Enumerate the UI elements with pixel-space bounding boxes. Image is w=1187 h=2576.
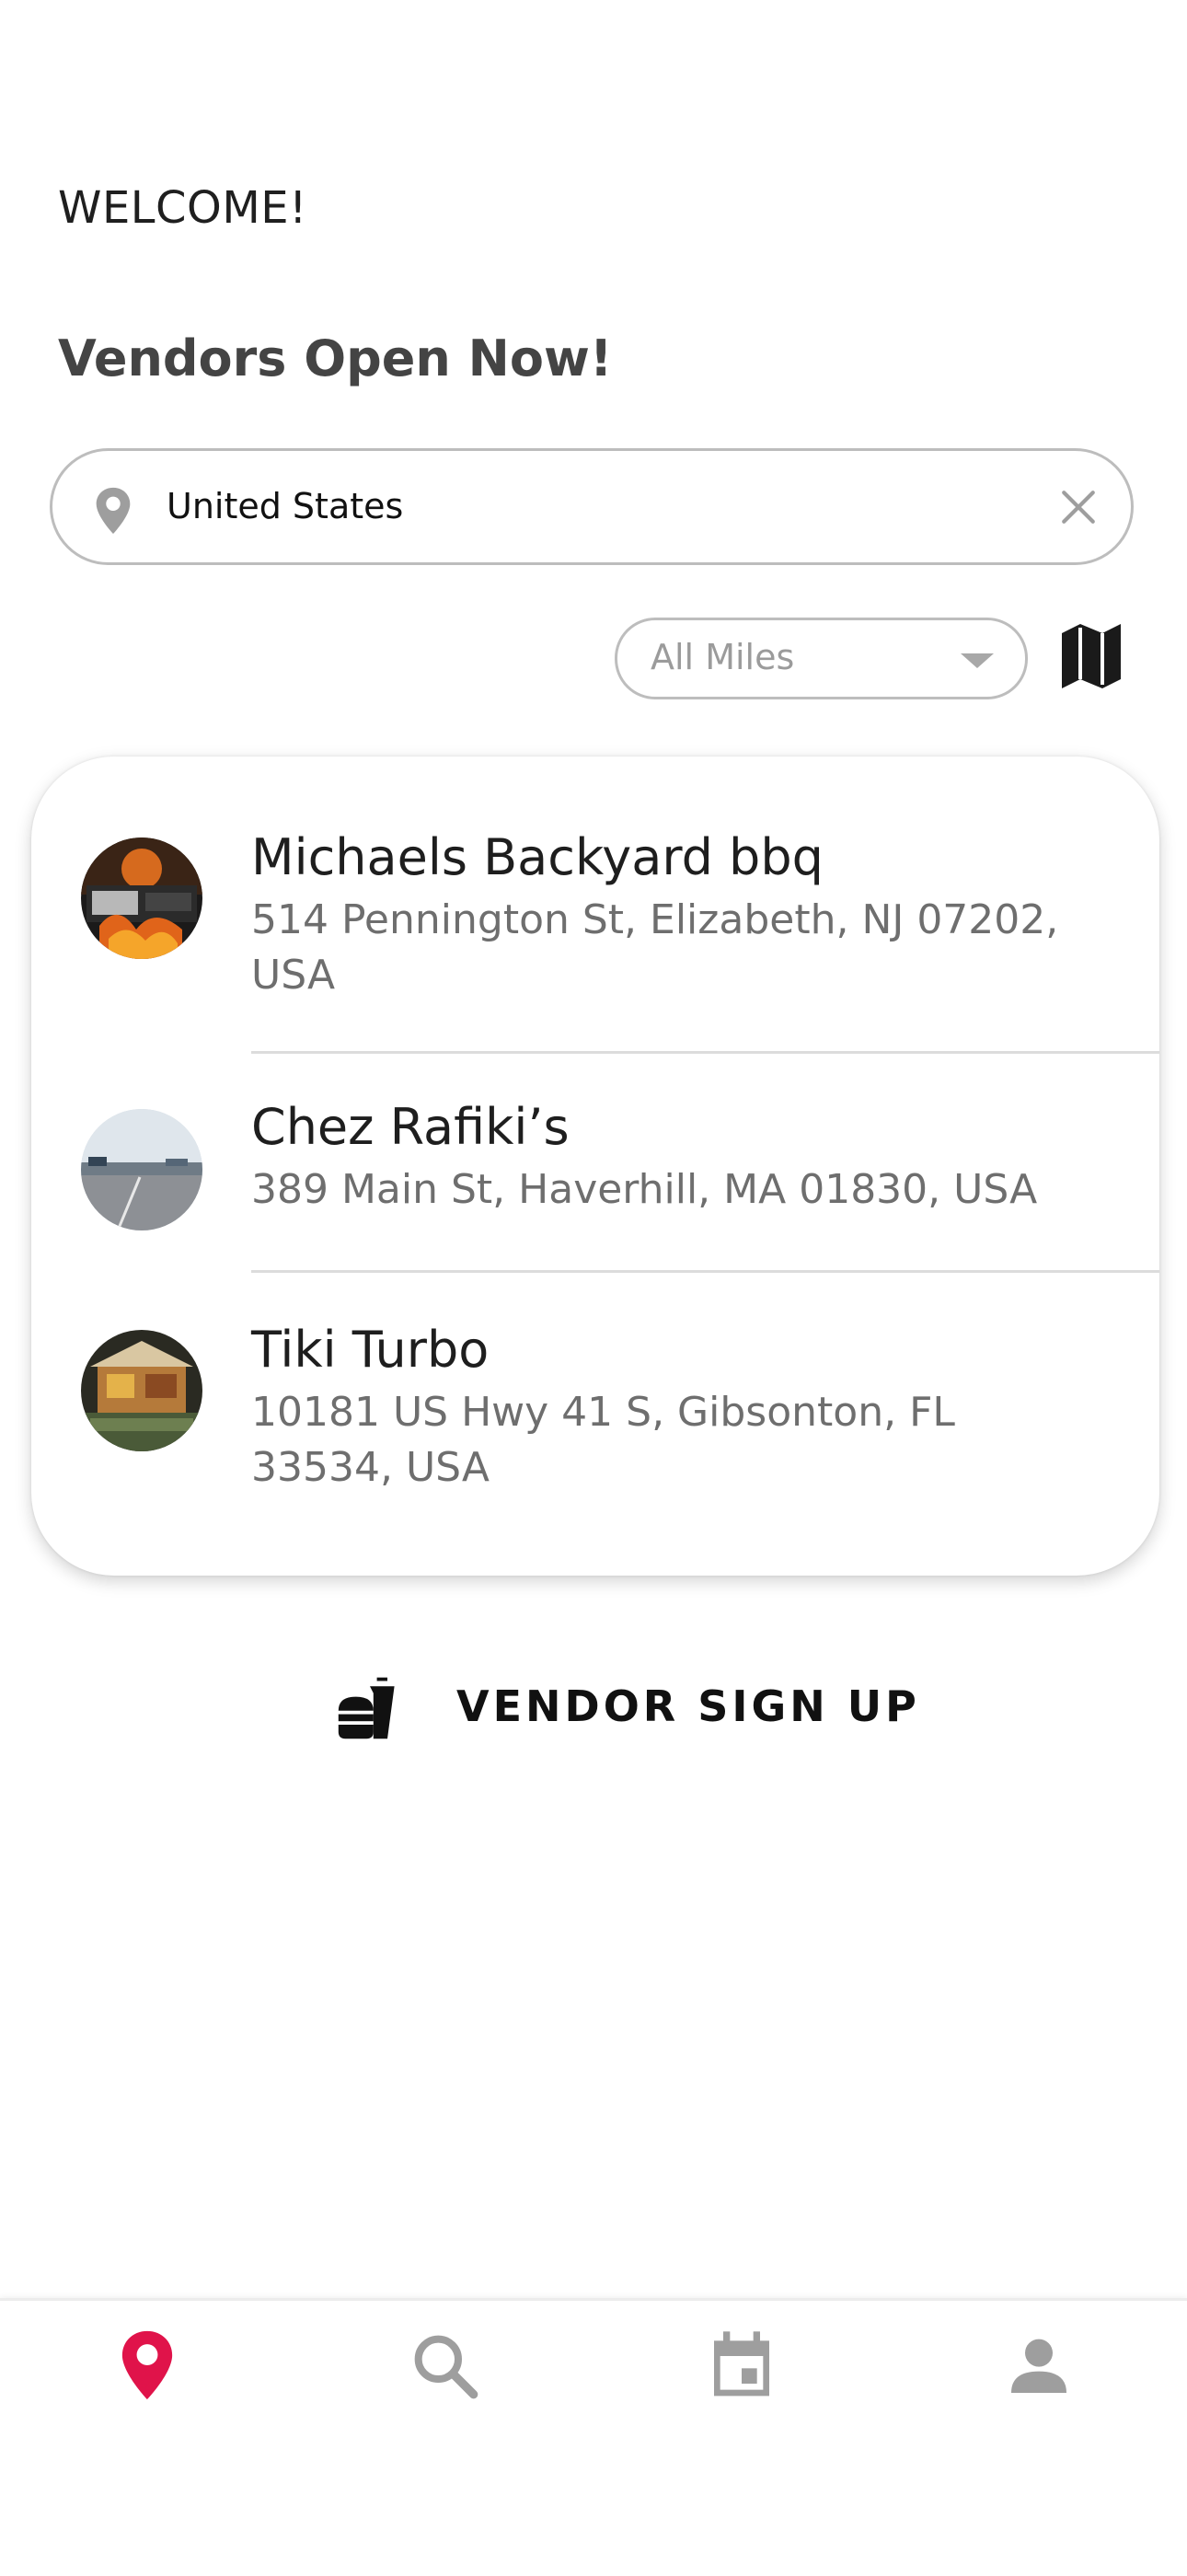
location-search-input[interactable]: [167, 473, 995, 539]
vendor-name: Tiki Turbo: [251, 1321, 490, 1379]
vendor-address: 389 Main St, Haverhill, MA 01830, USA: [251, 1166, 1038, 1213]
tab-calendar-icon[interactable]: [705, 2328, 778, 2402]
vendor-signup-label: VENDOR SIGN UP: [456, 1681, 920, 1731]
tab-person-icon[interactable]: [1002, 2328, 1076, 2402]
vendor-list-item[interactable]: Tiki Turbo 10181 US Hwy 41 S, Gibsonton,…: [31, 1273, 1159, 1576]
vendor-name: Michaels Backyard bbq: [251, 828, 824, 886]
tab-location-pin-icon[interactable]: [110, 2328, 184, 2402]
vendor-list-card: Michaels Backyard bbq 514 Pennington St,…: [31, 757, 1159, 1576]
vendor-list-item[interactable]: Chez Rafiki’s 389 Main St, Haverhill, MA…: [31, 1054, 1159, 1270]
vendor-address: 514 Pennington St, Elizabeth, NJ 07202, …: [251, 896, 1059, 999]
tab-search-icon[interactable]: [408, 2328, 481, 2402]
welcome-heading: WELCOME!: [58, 182, 307, 234]
fastfood-icon: [338, 1675, 395, 1739]
vendor-thumbnail: [81, 837, 202, 959]
vendor-name: Chez Rafiki’s: [251, 1098, 570, 1156]
distance-filter-dropdown[interactable]: All Miles: [615, 618, 1028, 699]
vendor-thumbnail: [81, 1109, 202, 1230]
vendor-thumbnail: [81, 1330, 202, 1451]
vendor-address: 10181 US Hwy 41 S, Gibsonton, FL 33534, …: [251, 1389, 955, 1491]
vendor-list-item[interactable]: Michaels Backyard bbq 514 Pennington St,…: [31, 757, 1159, 1051]
map-icon[interactable]: [1054, 618, 1128, 692]
location-search-field[interactable]: [50, 448, 1134, 565]
bottom-tab-bar: [0, 2298, 1187, 2576]
section-title: Vendors Open Now!: [58, 329, 613, 387]
location-pin-icon: [96, 487, 131, 535]
distance-filter-value: All Miles: [651, 637, 795, 677]
close-icon[interactable]: [1059, 488, 1098, 526]
chevron-down-icon: [961, 653, 994, 668]
